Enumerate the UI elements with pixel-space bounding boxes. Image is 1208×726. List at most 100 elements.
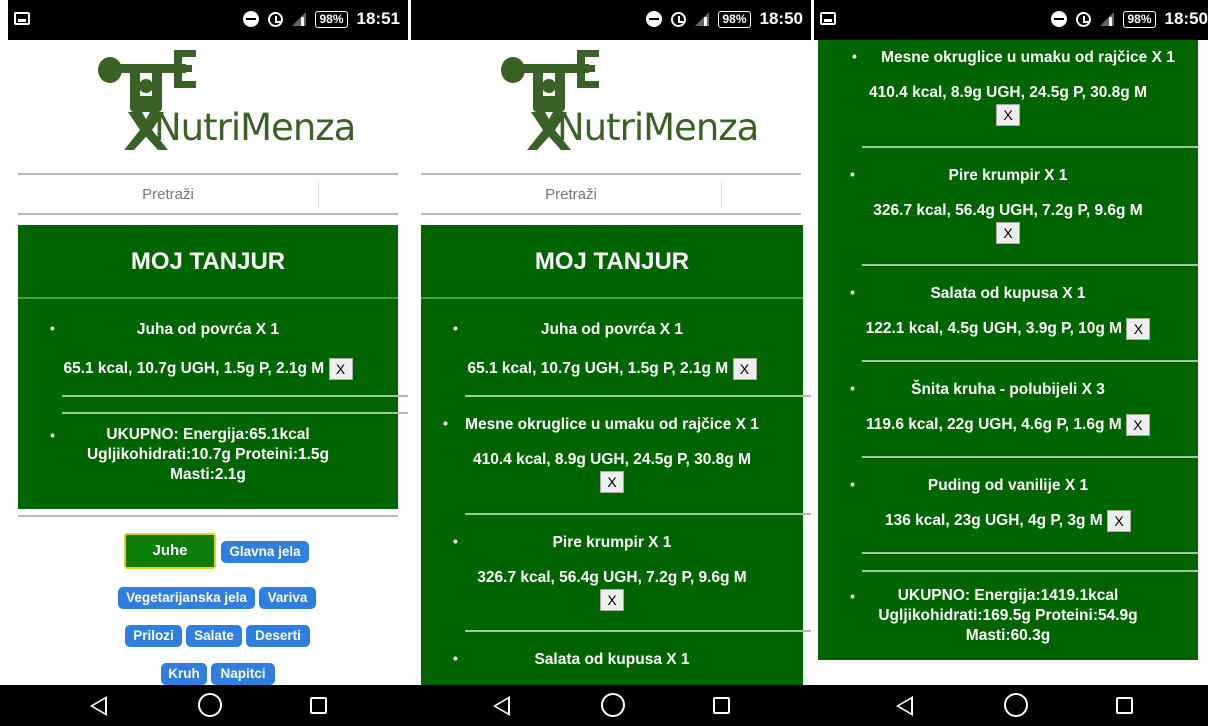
remove-button[interactable]: X	[1126, 318, 1151, 340]
search-divider	[721, 181, 722, 207]
category-deserti[interactable]: Deserti	[246, 625, 310, 647]
search-bar[interactable]: Pretraži	[18, 173, 398, 215]
bullet-icon: •	[850, 166, 855, 182]
my-plate-panel: • Mesne okruglice u umaku od rajčice X 1…	[818, 40, 1198, 660]
total-energy: UKUPNO: Energija:1419.1kcal	[897, 587, 1119, 604]
divider	[862, 552, 1198, 554]
nutrimenza-logo: NutriMenza	[497, 48, 759, 166]
divider	[465, 395, 811, 397]
item-nutrition: 65.1 kcal, 10.7g UGH, 1.5g P, 2.1g M	[467, 360, 729, 378]
item-name: Salata od kupusa X 1	[930, 285, 1086, 302]
divider	[862, 146, 1198, 148]
plate-item: • Salata od kupusa X 1 122.1 kcal, 4.5g …	[818, 284, 1198, 340]
bullet-icon: •	[852, 48, 857, 64]
search-label[interactable]: Pretraži	[421, 186, 721, 203]
plate-item: • Juha od povrća X 1 65.1 kcal, 10.7g UG…	[421, 320, 803, 380]
item-name: Juha od povrća X 1	[540, 321, 684, 338]
remove-button[interactable]: X	[600, 589, 624, 611]
plate-item: • Pire krumpir X 1 326.7 kcal, 56.4g UGH…	[818, 166, 1198, 244]
home-icon[interactable]	[198, 693, 222, 717]
back-icon[interactable]	[493, 696, 510, 716]
status-time: 18:50	[1164, 9, 1208, 28]
bullet-icon: •	[850, 284, 855, 300]
recents-icon[interactable]	[310, 697, 327, 714]
home-icon[interactable]	[601, 693, 625, 717]
do-not-disturb-icon	[1051, 11, 1068, 27]
alarm-icon	[671, 11, 687, 27]
divider	[862, 264, 1198, 266]
screen-3: 98% 18:50 • Mesne okruglice u umaku od r…	[814, 0, 1208, 726]
screen-1: 98% 18:51 NutriMenza Pretraži MOJ TANJUR…	[8, 0, 408, 726]
recents-icon[interactable]	[1116, 697, 1133, 714]
bullet-icon: •	[453, 533, 458, 549]
search-divider	[318, 181, 319, 207]
remove-button[interactable]: X	[996, 222, 1020, 244]
divider	[62, 395, 408, 397]
category-juhe[interactable]: Juhe	[124, 533, 216, 569]
back-icon[interactable]	[90, 696, 107, 716]
bullet-icon: •	[850, 476, 855, 492]
bullet-icon: •	[850, 588, 855, 604]
category-variva[interactable]: Variva	[259, 587, 316, 609]
item-name: Salata od kupusa X 1	[534, 651, 690, 668]
signal-icon	[292, 12, 307, 26]
total-fat: Masti:2.1g	[170, 466, 246, 483]
bullet-icon: •	[453, 650, 458, 666]
battery-icon: 98%	[718, 10, 751, 28]
item-nutrition: 410.4 kcal, 8.9g UGH, 24.5g P, 30.8g M	[472, 451, 751, 468]
panel-title: MOJ TANJUR	[421, 225, 803, 299]
category-vegetarijanska-jela[interactable]: Vegetarijanska jela	[118, 587, 255, 609]
alarm-icon	[1076, 11, 1092, 27]
do-not-disturb-icon	[646, 11, 663, 27]
app-name: NutriMenza	[557, 106, 759, 149]
remove-button[interactable]: X	[1107, 510, 1131, 532]
signal-icon	[695, 12, 710, 26]
total-macros: Ugljikohidrati:10.7g Proteini:1.5g	[86, 446, 329, 463]
category-glavna-jela[interactable]: Glavna jela	[221, 541, 309, 563]
remove-button[interactable]: X	[996, 104, 1020, 126]
recents-icon[interactable]	[713, 697, 730, 714]
divider	[62, 412, 408, 414]
navigation-bar	[0, 685, 1208, 726]
screenshot-icon	[820, 12, 836, 25]
remove-button[interactable]: X	[600, 471, 624, 493]
bullet-icon: •	[50, 427, 55, 443]
item-nutrition: 326.7 kcal, 56.4g UGH, 7.2g P, 9.6g M	[873, 202, 1143, 219]
divider	[862, 360, 1198, 362]
remove-button[interactable]: X	[328, 358, 353, 380]
item-name: Pire krumpir X 1	[552, 534, 672, 551]
search-bar[interactable]: Pretraži	[421, 173, 801, 215]
divider	[862, 456, 1198, 458]
remove-button[interactable]: X	[732, 358, 757, 380]
divider	[465, 513, 811, 515]
plate-item: • Pire krumpir X 1 326.7 kcal, 56.4g UGH…	[421, 533, 803, 611]
status-bar: 98% 18:50	[411, 0, 811, 40]
plate-total: • UKUPNO: Energija:65.1kcal Ugljikohidra…	[18, 425, 398, 485]
plate-item: • Puding od vanilije X 1 136 kcal, 23g U…	[818, 476, 1198, 532]
plate-total: • UKUPNO: Energija:1419.1kcal Ugljikohid…	[818, 586, 1198, 646]
plate-item: • Mesne okruglice u umaku od rajčice X 1…	[818, 48, 1198, 126]
plate-item: • Juha od povrća X 1 65.1 kcal, 10.7g UG…	[18, 320, 398, 380]
back-icon[interactable]	[896, 696, 913, 716]
item-nutrition: 136 kcal, 23g UGH, 4g P, 3g M	[885, 512, 1103, 530]
screenshot-icon	[14, 12, 30, 25]
alarm-icon	[268, 11, 284, 27]
nutrimenza-logo: NutriMenza	[94, 48, 356, 166]
search-label[interactable]: Pretraži	[18, 186, 318, 203]
status-time: 18:50	[759, 9, 803, 28]
item-name: Pire krumpir X 1	[948, 167, 1068, 184]
item-nutrition: 65.1 kcal, 10.7g UGH, 1.5g P, 2.1g M	[63, 360, 325, 378]
category-napitci[interactable]: Napitci	[211, 663, 275, 685]
bullet-icon: •	[443, 415, 448, 431]
my-plate-panel: MOJ TANJUR • Juha od povrća X 1 65.1 kca…	[18, 225, 408, 509]
category-salate[interactable]: Salate	[186, 625, 242, 647]
divider	[862, 570, 1198, 572]
item-name: Puding od vanilije X 1	[927, 477, 1089, 494]
status-bar: 98% 18:50	[814, 0, 1208, 40]
remove-button[interactable]: X	[1125, 414, 1150, 436]
category-kruh[interactable]: Kruh	[161, 663, 207, 685]
home-icon[interactable]	[1004, 693, 1028, 717]
bullet-icon: •	[850, 380, 855, 396]
item-name: Mesne okruglice u umaku od rajčice X 1	[881, 49, 1175, 66]
category-prilozi[interactable]: Prilozi	[125, 625, 182, 647]
